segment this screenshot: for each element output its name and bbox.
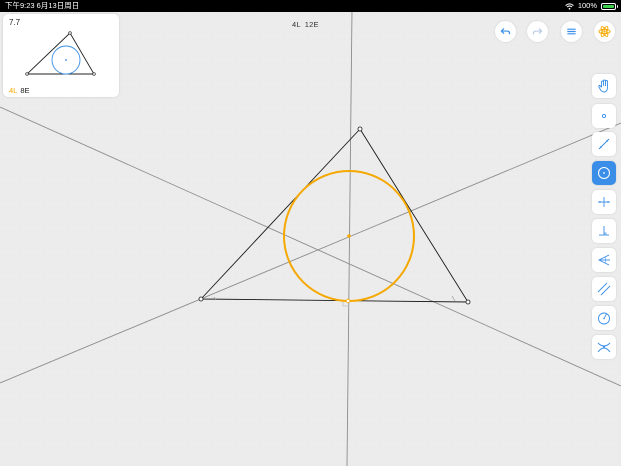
menu-button[interactable] bbox=[561, 21, 582, 42]
level-goal: 4L 8E bbox=[9, 86, 30, 95]
atom-hint-icon bbox=[598, 26, 611, 37]
counter-e: 12E bbox=[304, 20, 319, 29]
goal-e: 8E bbox=[20, 86, 30, 95]
incenter-point[interactable] bbox=[347, 234, 351, 238]
wifi-icon bbox=[565, 2, 574, 10]
undo-button[interactable] bbox=[495, 21, 516, 42]
vertex-top[interactable] bbox=[357, 126, 363, 132]
vertex-right[interactable] bbox=[465, 299, 471, 305]
perpendicular-icon bbox=[599, 226, 609, 236]
vertex-left[interactable] bbox=[198, 296, 204, 302]
status-bar: 下午9:23 6月13日周日 100% bbox=[0, 0, 621, 12]
tool-perpendicular-bisector[interactable] bbox=[592, 190, 616, 214]
tool-line[interactable] bbox=[592, 132, 616, 156]
undo-arrow-icon bbox=[500, 28, 511, 35]
tangent-point[interactable] bbox=[345, 298, 351, 304]
counter-l: 4L bbox=[292, 20, 301, 29]
compass-icon bbox=[598, 312, 610, 325]
hand-icon bbox=[598, 79, 608, 93]
battery-icon bbox=[601, 2, 618, 10]
tool-move[interactable] bbox=[592, 74, 616, 98]
tool-point[interactable] bbox=[592, 104, 616, 128]
tool-intersect[interactable] bbox=[592, 335, 616, 359]
redo-button[interactable] bbox=[527, 21, 548, 42]
move-counter: 4L 12E bbox=[292, 20, 319, 29]
status-right: 100% bbox=[565, 0, 618, 12]
hamburger-menu-icon bbox=[567, 28, 576, 35]
level-card[interactable]: 7.7 4L 8E bbox=[3, 14, 119, 97]
point-icon bbox=[601, 113, 607, 119]
angle-bisector-icon bbox=[597, 254, 610, 266]
tool-parallel[interactable] bbox=[592, 277, 616, 301]
tool-compass[interactable] bbox=[592, 306, 616, 330]
goal-l: 4L bbox=[9, 86, 18, 95]
perpendicular-bisector-icon bbox=[598, 197, 610, 207]
parallel-icon bbox=[597, 282, 611, 296]
level-preview-diagram bbox=[25, 31, 96, 76]
status-time: 下午9:23 6月13日周日 bbox=[5, 1, 80, 10]
battery-percent: 100% bbox=[577, 1, 597, 10]
tool-angle-bisector[interactable] bbox=[592, 248, 616, 272]
tool-circle[interactable] bbox=[592, 161, 616, 185]
hint-button[interactable] bbox=[594, 21, 615, 42]
circle-icon bbox=[598, 167, 610, 179]
tool-perpendicular[interactable] bbox=[592, 219, 616, 243]
redo-arrow-icon bbox=[532, 28, 543, 35]
line-icon bbox=[598, 138, 610, 150]
intersection-icon bbox=[597, 342, 611, 353]
